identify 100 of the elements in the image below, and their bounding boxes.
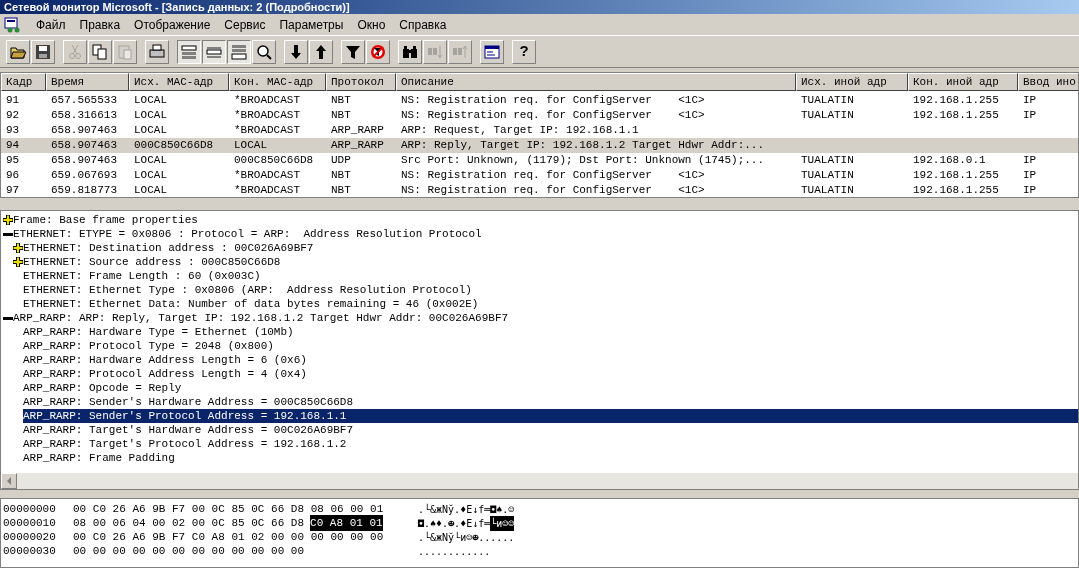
menu-item[interactable]: Файл bbox=[36, 15, 66, 34]
menu-item[interactable]: Отображение bbox=[134, 15, 211, 34]
table-cell: NS: Registration req. for ConfigServer <1C> bbox=[401, 94, 705, 107]
expand-icon[interactable] bbox=[3, 215, 13, 225]
table-cell: 93 bbox=[6, 124, 20, 137]
window-title: Сетевой монитор Microsoft - [Запись данных: 2 (Подробности)] bbox=[4, 0, 350, 14]
expand-icon[interactable] bbox=[13, 257, 23, 267]
funnel-icon bbox=[345, 43, 361, 60]
table-cell: 192.168.1.255 bbox=[913, 109, 999, 122]
table-cell: 659.067693 bbox=[51, 169, 117, 182]
table-cell: TUALATIN bbox=[801, 184, 854, 197]
table-cell: UDP bbox=[331, 154, 351, 167]
detail-line[interactable]: ARP_RARP: Target's Protocol Address = 192.168.1.2 bbox=[23, 437, 347, 451]
table-cell: 659.818773 bbox=[51, 184, 117, 197]
table-cell: ARP_RARP bbox=[331, 124, 384, 137]
column-header[interactable]: Кон. иной адр bbox=[908, 73, 1018, 91]
table-cell: LOCAL bbox=[134, 94, 167, 107]
ascii-text[interactable]: ............ bbox=[418, 543, 491, 559]
table-cell: 657.565533 bbox=[51, 94, 117, 107]
table-cell: 96 bbox=[6, 169, 20, 182]
detail-line[interactable]: ETHERNET: ETYPE = 0x0806 : Protocol = ARP: Address Resolution Protocol bbox=[13, 227, 482, 241]
table-cell: 658.316613 bbox=[51, 109, 117, 122]
ascii-text[interactable]: ◘.♠♦.☻.♦E↓f═ bbox=[418, 515, 491, 531]
table-cell: NBT bbox=[331, 184, 351, 197]
menu-item[interactable]: Правка bbox=[79, 15, 121, 34]
detail-line[interactable]: ETHERNET: Frame Length : 60 (0x003C) bbox=[23, 269, 261, 283]
table-cell: LOCAL bbox=[134, 124, 167, 137]
table-cell: IP bbox=[1023, 184, 1037, 197]
menu-item[interactable]: Сервис bbox=[224, 15, 266, 34]
table-cell: 658.907463 bbox=[51, 139, 117, 152]
menu-item[interactable]: Окно bbox=[357, 15, 386, 34]
column-header[interactable]: Исх. MAC-адр bbox=[129, 73, 229, 91]
menu-item[interactable]: Справка bbox=[399, 15, 447, 34]
binoculars-up-icon bbox=[452, 43, 468, 60]
table-cell: IP bbox=[1023, 94, 1037, 107]
table-cell: LOCAL bbox=[134, 169, 167, 182]
table-cell: LOCAL bbox=[134, 154, 167, 167]
detail-line[interactable]: ARP_RARP: Protocol Address Length = 4 (0x4) bbox=[23, 367, 307, 381]
detail-line[interactable]: Frame: Base frame properties bbox=[13, 213, 198, 227]
hex-offset: 00000000 bbox=[2, 501, 57, 517]
scissors-icon bbox=[67, 43, 83, 60]
column-header[interactable]: Ввод ино bbox=[1018, 73, 1078, 91]
app-icon[interactable] bbox=[4, 16, 22, 33]
binoculars-down-icon bbox=[427, 43, 443, 60]
table-cell: *BROADCAST bbox=[234, 94, 300, 107]
table-cell: LOCAL bbox=[234, 139, 267, 152]
table-cell: *BROADCAST bbox=[234, 169, 300, 182]
ascii-text[interactable]: .└&жNў└и☺☻...... bbox=[418, 529, 515, 545]
table-cell: 97 bbox=[6, 184, 20, 197]
hex-offset: 00000030 bbox=[2, 543, 57, 559]
detail-line[interactable]: ARP_RARP: Target's Hardware Address = 00C026A69BF7 bbox=[23, 423, 354, 437]
ascii-text[interactable]: .└&жNў.♦E↓f═◘♠.☺ bbox=[418, 501, 515, 517]
hex-offset: 00000010 bbox=[2, 515, 57, 531]
detail-line[interactable]: ARP_RARP: Protocol Type = 2048 (0x800) bbox=[23, 339, 274, 353]
table-cell: LOCAL bbox=[134, 184, 167, 197]
detail-line[interactable]: ARP_RARP: Hardware Address Length = 6 (0x6) bbox=[23, 353, 307, 367]
copy-icon bbox=[92, 43, 108, 60]
detail-line[interactable]: ARP_RARP: Sender's Hardware Address = 000C850C66D8 bbox=[23, 395, 354, 409]
column-header[interactable]: Кадр bbox=[1, 73, 46, 91]
menu-item[interactable]: Параметры bbox=[279, 15, 344, 34]
packet-row[interactable]: 94 658.907463 000C850C66D8 LOCAL ARP_RARP ARP: Reply, Target IP: 192.168.1.2 Target Hdwr Addr:... bbox=[1, 138, 1078, 153]
table-cell: 192.168.0.1 bbox=[913, 154, 986, 167]
detail-line[interactable]: ETHERNET: Source address : 000C850C66D8 bbox=[23, 255, 281, 269]
expand-icon[interactable] bbox=[13, 243, 23, 253]
detail-line[interactable]: ARP_RARP: Opcode = Reply bbox=[23, 381, 182, 395]
table-cell: IP bbox=[1023, 169, 1037, 182]
column-header[interactable]: Исх. иной адр bbox=[796, 73, 908, 91]
table-cell: TUALATIN bbox=[801, 154, 854, 167]
column-header[interactable]: Кон. MAC-адр bbox=[229, 73, 326, 91]
table-cell: NBT bbox=[331, 109, 351, 122]
hex-bytes[interactable]: C0 A8 01 01 bbox=[310, 514, 383, 532]
toolbar-button[interactable]: ? bbox=[512, 39, 536, 64]
table-cell: TUALATIN bbox=[801, 109, 854, 122]
detail-line[interactable]: ARP_RARP: ARP: Reply, Target IP: 192.168.1.2 Target Hdwr Addr: 00C026A69BF7 bbox=[13, 311, 509, 325]
detail-line[interactable]: ARP_RARP: Frame Padding bbox=[23, 451, 175, 465]
table-cell: 658.907463 bbox=[51, 154, 117, 167]
scroll-left-icon[interactable] bbox=[6, 477, 12, 485]
table-cell: NS: Registration req. for ConfigServer <1C> bbox=[401, 184, 705, 197]
table-cell: 92 bbox=[6, 109, 20, 122]
table-cell: NS: Registration req. for ConfigServer <1C> bbox=[401, 169, 705, 182]
detail-line[interactable]: ETHERNET: Ethernet Data: Number of data bytes remaining = 46 (0x002E) bbox=[23, 297, 479, 311]
column-header[interactable]: Время bbox=[46, 73, 129, 91]
table-cell: ARP_RARP bbox=[331, 139, 384, 152]
table-cell: IP bbox=[1023, 109, 1037, 122]
pane-layout-icon bbox=[181, 43, 197, 60]
ascii-text[interactable]: └и☺☺ bbox=[490, 515, 515, 531]
column-header[interactable]: Описание bbox=[396, 73, 796, 91]
horizontal-scrollbar[interactable] bbox=[1, 473, 1078, 489]
binoculars-icon bbox=[402, 43, 418, 60]
table-cell: Src Port: Unknown, (1179); Dst Port: Unknown (1745);... bbox=[401, 154, 765, 167]
table-cell: 192.168.1.255 bbox=[913, 184, 999, 197]
table-cell: TUALATIN bbox=[801, 94, 854, 107]
detail-line[interactable]: ETHERNET: Destination address : 00C026A69BF7 bbox=[23, 241, 314, 255]
table-cell: 95 bbox=[6, 154, 20, 167]
pane-layout-icon bbox=[231, 43, 247, 60]
window-icon bbox=[484, 43, 500, 60]
detail-line[interactable]: ETHERNET: Ethernet Type : 0x0806 (ARP: Address Resolution Protocol) bbox=[23, 283, 472, 297]
column-header[interactable]: Протокол bbox=[326, 73, 396, 91]
table-cell: *BROADCAST bbox=[234, 109, 300, 122]
detail-line[interactable]: ARP_RARP: Hardware Type = Ethernet (10Mb) bbox=[23, 325, 294, 339]
